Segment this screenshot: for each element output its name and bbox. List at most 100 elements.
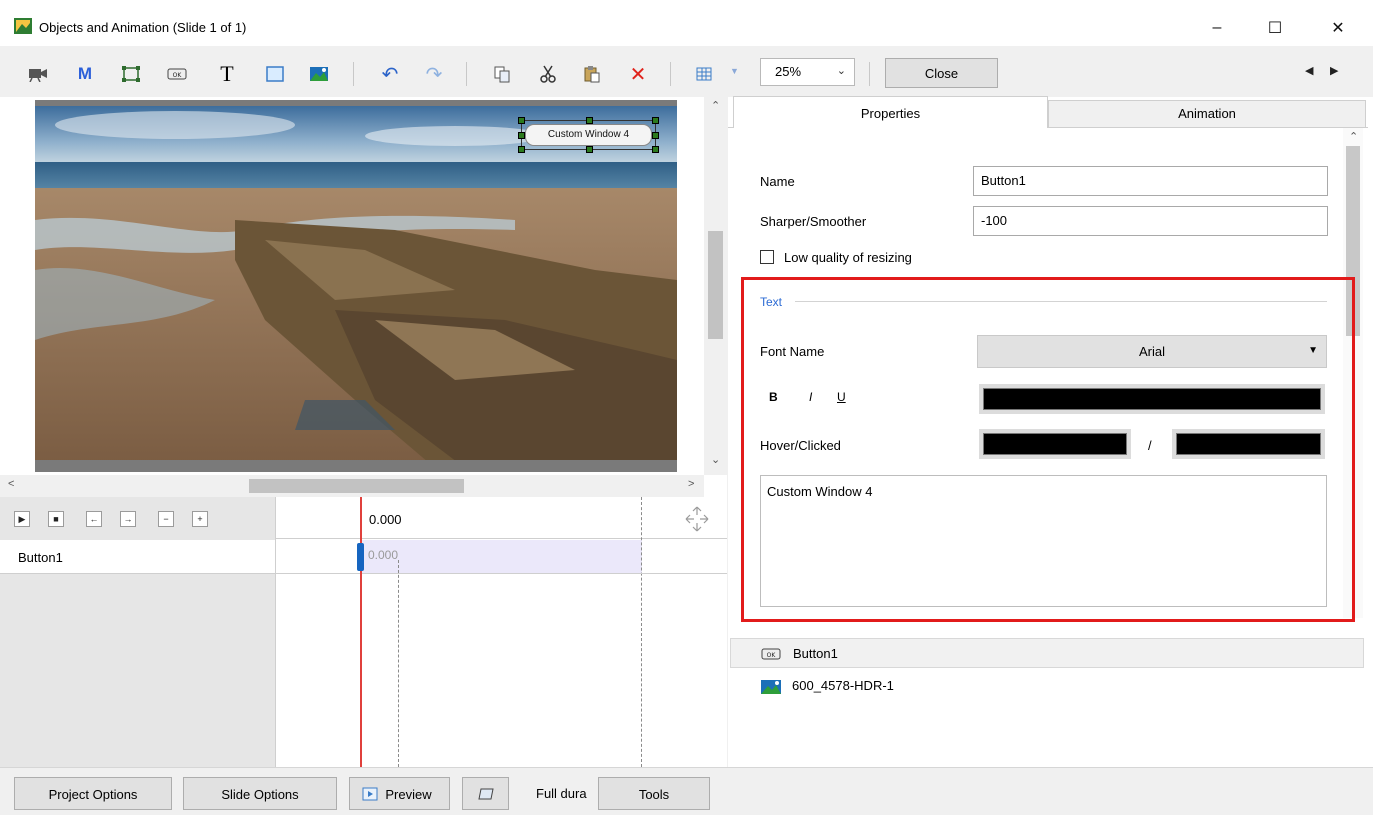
object-list-item[interactable]: 600_4578-HDR-1 [730, 674, 1364, 700]
resize-handle[interactable] [586, 117, 593, 124]
name-label: Name [760, 174, 795, 189]
timeline-time-label: 0.000 [369, 512, 402, 527]
preview-button[interactable]: Preview [349, 777, 450, 810]
toolbar-separator [670, 62, 671, 86]
resize-handle[interactable] [518, 146, 525, 153]
add-video-button[interactable] [26, 62, 50, 86]
grid-icon [696, 67, 712, 81]
resize-handle[interactable] [518, 117, 525, 124]
timeline-track[interactable] [360, 540, 642, 574]
timeline-row-label[interactable]: Button1 [0, 540, 275, 574]
monitor-icon [477, 788, 494, 800]
cut-button[interactable] [536, 62, 560, 86]
close-window-button[interactable]: ✕ [1315, 10, 1361, 46]
scroll-left-icon[interactable]: ◀ [1305, 64, 1313, 77]
paste-button[interactable] [580, 62, 604, 86]
add-frame-button[interactable] [119, 62, 143, 86]
timeline-gridline [398, 560, 399, 767]
add-rectangle-button[interactable] [263, 62, 287, 86]
add-button-object-button[interactable]: OK [165, 62, 189, 86]
button-object-icon: OK [761, 648, 781, 660]
redo-icon: ↷ [425, 63, 443, 86]
object-name: Button1 [793, 646, 838, 661]
scissors-icon [540, 65, 556, 83]
scroll-right-icon[interactable]: ▶ [1330, 64, 1338, 77]
slide-image [35, 100, 677, 472]
toolbar-separator [353, 62, 354, 86]
scrollbar-thumb[interactable] [708, 231, 723, 339]
object-name: 600_4578-HDR-1 [792, 678, 894, 693]
resize-handle[interactable] [586, 146, 593, 153]
add-mask-button[interactable]: M [73, 62, 97, 86]
low-quality-checkbox[interactable] [760, 250, 774, 264]
zoom-in-button[interactable]: + [192, 511, 208, 527]
step-back-button[interactable]: ← [86, 511, 102, 527]
undo-icon: ↶ [381, 63, 399, 86]
scroll-up-icon[interactable]: ⌃ [711, 99, 720, 112]
preview-vertical-scrollbar[interactable]: ⌃ ⌄ [704, 97, 727, 475]
monitor-button[interactable] [462, 777, 509, 810]
object-list-item[interactable]: OK Button1 [730, 638, 1364, 668]
rectangle-icon [266, 66, 284, 82]
delete-button[interactable]: ✕ [626, 62, 650, 86]
paste-icon [584, 66, 600, 83]
scroll-right-icon[interactable]: > [688, 478, 694, 490]
resize-handle[interactable] [518, 132, 525, 139]
undo-button[interactable]: ↶ [378, 62, 402, 86]
maximize-button[interactable]: ☐ [1252, 10, 1298, 46]
resize-handle[interactable] [652, 146, 659, 153]
low-quality-label[interactable]: Low quality of resizing [784, 250, 912, 265]
image-icon [310, 67, 328, 81]
title-bar: Objects and Animation (Slide 1 of 1) – ☐… [0, 0, 1373, 46]
timeline-controls [0, 497, 275, 539]
play-button[interactable]: ▶ [14, 511, 30, 527]
timeline-ruler[interactable] [275, 497, 727, 539]
preview-horizontal-scrollbar[interactable]: < > [0, 475, 704, 497]
zoom-out-button[interactable]: − [158, 511, 174, 527]
project-options-button[interactable]: Project Options [14, 777, 172, 810]
add-text-button[interactable]: T [215, 61, 239, 86]
text-icon: T [220, 61, 234, 86]
highlight-box [741, 277, 1355, 622]
window-title: Objects and Animation (Slide 1 of 1) [39, 20, 247, 35]
grid-dropdown-icon[interactable]: ▼ [730, 66, 739, 76]
play-icon [362, 787, 378, 801]
tab-properties[interactable]: Properties [733, 96, 1048, 128]
copy-button[interactable] [490, 62, 514, 86]
timeline-divider [275, 497, 276, 767]
sharper-smoother-field[interactable]: -100 [973, 206, 1328, 236]
scroll-down-icon[interactable]: ⌄ [711, 453, 720, 466]
custom-window-button-object[interactable]: Custom Window 4 [518, 117, 659, 153]
close-button[interactable]: Close [885, 58, 998, 88]
resize-handle[interactable] [652, 132, 659, 139]
button-object-icon: OK [167, 68, 187, 80]
tab-animation[interactable]: Animation [1048, 100, 1366, 128]
image-object-icon [761, 680, 781, 694]
preview-label: Preview [385, 787, 432, 802]
mask-icon: M [77, 64, 93, 83]
add-image-button[interactable] [307, 62, 331, 86]
resize-handle[interactable] [652, 117, 659, 124]
keyframe-marker[interactable] [357, 543, 364, 571]
slide-canvas[interactable] [35, 100, 677, 472]
stop-button[interactable]: ■ [48, 511, 64, 527]
toolbar-separator [869, 62, 870, 86]
zoom-select[interactable]: 25% ⌄ [760, 58, 855, 86]
grid-button[interactable] [692, 62, 716, 86]
chevron-down-icon: ⌄ [836, 65, 846, 77]
minimize-button[interactable]: – [1194, 10, 1240, 46]
scroll-left-icon[interactable]: < [8, 478, 14, 490]
scroll-up-icon[interactable]: ⌃ [1349, 130, 1358, 143]
tools-button[interactable]: Tools [598, 777, 710, 810]
timeline-track-value: 0.000 [368, 548, 399, 562]
playhead[interactable] [360, 497, 362, 767]
redo-button[interactable]: ↷ [422, 62, 446, 86]
step-forward-button[interactable]: → [120, 511, 136, 527]
scrollbar-thumb[interactable] [249, 479, 464, 493]
minimize-icon: – [1212, 19, 1222, 36]
slide-options-button[interactable]: Slide Options [183, 777, 337, 810]
toolbar: M OK T ↶ ↷ ✕ ▼ 25% ⌄ Close ◀ ▶ [0, 52, 1373, 94]
move-icon[interactable] [684, 505, 710, 536]
camera-icon [29, 69, 47, 82]
name-field[interactable]: Button1 [973, 166, 1328, 196]
